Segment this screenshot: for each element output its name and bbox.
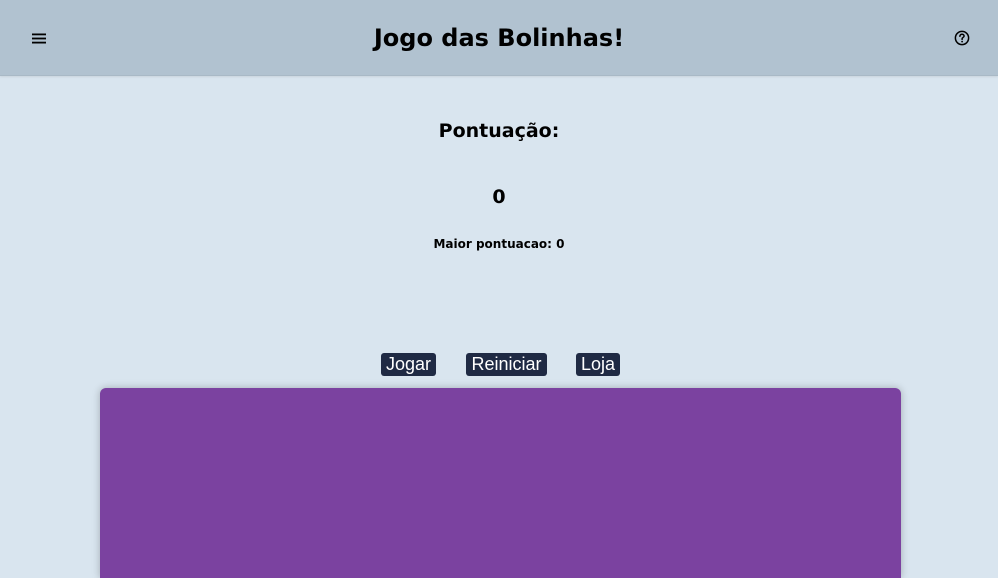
help-button[interactable] xyxy=(951,27,973,49)
help-circle-icon xyxy=(954,30,970,46)
shop-button[interactable]: Loja xyxy=(576,353,620,376)
high-score-label: Maior pontuacao: xyxy=(433,237,552,251)
play-button[interactable]: Jogar xyxy=(381,353,436,376)
game-area[interactable] xyxy=(100,388,901,578)
hamburger-menu-icon xyxy=(32,33,46,43)
score-label: Pontuação: xyxy=(438,120,560,142)
menu-button[interactable] xyxy=(29,28,49,48)
high-score: Maior pontuacao: 0 xyxy=(0,237,998,251)
high-score-value: 0 xyxy=(556,237,565,251)
score-value: 0 xyxy=(492,186,506,208)
page-title: Jogo das Bolinhas! xyxy=(373,24,625,52)
app-header: Jogo das Bolinhas! xyxy=(0,0,998,76)
restart-button[interactable]: Reiniciar xyxy=(466,353,547,376)
